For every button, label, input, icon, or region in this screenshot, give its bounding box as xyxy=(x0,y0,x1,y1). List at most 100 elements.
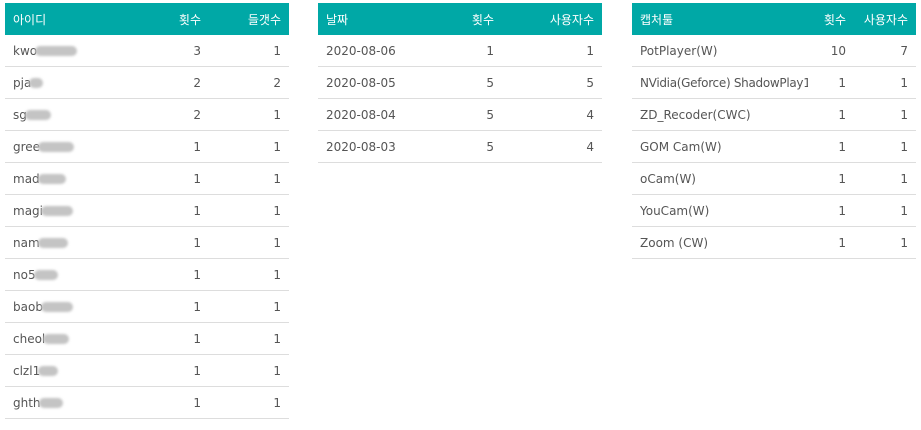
redaction-mask xyxy=(38,142,75,152)
redaction-mask xyxy=(40,302,73,312)
redaction-mask xyxy=(43,334,70,344)
redaction-mask xyxy=(37,238,68,248)
tool-cell: YouCam(W) xyxy=(632,194,808,227)
table-row[interactable]: oCam(W) 1 1 xyxy=(632,162,916,195)
date-cell: 2020-08-03 xyxy=(318,130,448,163)
count-cell: 1 xyxy=(808,194,854,227)
table-row[interactable]: 2020-08-06 1 1 xyxy=(318,35,602,67)
count-cell: 1 xyxy=(155,130,209,163)
count-cell: 1 xyxy=(155,258,209,291)
redaction-mask xyxy=(35,46,78,56)
count-cell: 1 xyxy=(155,322,209,355)
redaction-mask xyxy=(38,398,63,408)
table-row[interactable]: 2020-08-05 5 5 xyxy=(318,66,602,99)
user-id-cell: mad xyxy=(5,162,155,195)
table-row[interactable]: ZD_Recoder(CWC) 1 1 xyxy=(632,98,916,131)
redaction-mask xyxy=(33,270,58,280)
count-cell: 1 xyxy=(155,354,209,387)
redaction-mask xyxy=(29,78,44,88)
header-count[interactable]: 횟수 xyxy=(448,3,502,35)
table-row[interactable]: nam 1 1 xyxy=(5,226,289,259)
table-row[interactable]: mad 1 1 xyxy=(5,162,289,195)
header-id[interactable]: 아이디 xyxy=(5,3,155,35)
redaction-mask xyxy=(41,206,73,216)
user-id: kwo xyxy=(13,43,38,58)
table-row[interactable]: 2020-08-04 5 4 xyxy=(318,98,602,131)
count-cell: 1 xyxy=(808,130,854,163)
table-row[interactable]: magi 1 1 xyxy=(5,194,289,227)
user-id-cell: baob xyxy=(5,290,155,323)
date-cell: 2020-08-05 xyxy=(318,66,448,99)
users-cell: 1 xyxy=(854,98,916,131)
capture-tool-table: 캡처툴 횟수 사용자수 PotPlayer(W) 10 7 NVidia(Gef… xyxy=(632,3,916,259)
tool-cell: PotPlayer(W) xyxy=(632,35,808,67)
tool-cell: oCam(W) xyxy=(632,162,808,195)
users-cell: 1 xyxy=(854,130,916,163)
users-cell: 1 xyxy=(854,226,916,259)
header-count[interactable]: 횟수 xyxy=(155,3,209,35)
table-header-row: 날짜 횟수 사용자수 xyxy=(318,3,602,35)
user-id-cell: sg xyxy=(5,98,155,131)
user-id-cell: no5 xyxy=(5,258,155,291)
table-row[interactable]: PotPlayer(W) 10 7 xyxy=(632,35,916,67)
table-row[interactable]: cheol 1 1 xyxy=(5,322,289,355)
device-count-cell: 1 xyxy=(209,162,289,195)
count-cell: 1 xyxy=(155,226,209,259)
header-tool[interactable]: 캡처툴 xyxy=(632,3,808,35)
count-cell: 5 xyxy=(448,98,502,131)
table-row[interactable]: YouCam(W) 1 1 xyxy=(632,194,916,227)
table-row[interactable]: gree 1 1 xyxy=(5,130,289,163)
table-row[interactable]: no5 1 1 xyxy=(5,258,289,291)
header-users[interactable]: 사용자수 xyxy=(502,3,602,35)
user-id: gree xyxy=(13,139,41,154)
user-id-cell: ghth xyxy=(5,386,155,419)
users-cell: 1 xyxy=(502,35,602,67)
table-row[interactable]: Zoom (CW) 1 1 xyxy=(632,226,916,259)
user-id-cell: nam xyxy=(5,226,155,259)
table-row[interactable]: 2020-08-03 5 4 xyxy=(318,130,602,163)
table-header-row: 캡처툴 횟수 사용자수 xyxy=(632,3,916,35)
user-id-cell: magi xyxy=(5,194,155,227)
device-count-cell: 1 xyxy=(209,290,289,323)
users-cell: 7 xyxy=(854,35,916,67)
redaction-mask xyxy=(24,110,51,120)
user-id: clzl1 xyxy=(13,363,41,378)
count-cell: 10 xyxy=(808,35,854,67)
tool-cell: GOM Cam(W) xyxy=(632,130,808,163)
table-row[interactable]: baob 1 1 xyxy=(5,290,289,323)
header-count[interactable]: 횟수 xyxy=(808,3,854,35)
device-count-cell: 1 xyxy=(209,130,289,163)
table-row[interactable]: kwo 3 1 xyxy=(5,35,289,67)
user-id: cheol xyxy=(13,331,46,346)
users-cell: 4 xyxy=(502,98,602,131)
tool-cell: NVidia(Geforce) ShadowPlay1 xyxy=(632,66,808,99)
table-row[interactable]: pja 2 2 xyxy=(5,66,289,99)
count-cell: 2 xyxy=(155,98,209,131)
count-cell: 1 xyxy=(808,226,854,259)
date-cell: 2020-08-04 xyxy=(318,98,448,131)
count-cell: 1 xyxy=(808,66,854,99)
device-count-cell: 1 xyxy=(209,226,289,259)
table-row[interactable]: ghth 1 1 xyxy=(5,386,289,419)
users-cell: 1 xyxy=(854,194,916,227)
table-row[interactable]: GOM Cam(W) 1 1 xyxy=(632,130,916,163)
device-count-cell: 2 xyxy=(209,66,289,99)
header-users[interactable]: 사용자수 xyxy=(854,3,916,35)
count-cell: 1 xyxy=(808,98,854,131)
table-row[interactable]: sg 2 1 xyxy=(5,98,289,131)
user-id: nam xyxy=(13,235,40,250)
user-id: magi xyxy=(13,203,43,218)
device-count-cell: 1 xyxy=(209,258,289,291)
count-cell: 1 xyxy=(448,35,502,67)
date-stats-table: 날짜 횟수 사용자수 2020-08-06 1 1 2020-08-05 5 5… xyxy=(318,3,602,163)
count-cell: 1 xyxy=(155,290,209,323)
user-id: baob xyxy=(13,299,43,314)
user-id-cell: gree xyxy=(5,130,155,163)
tool-cell: Zoom (CW) xyxy=(632,226,808,259)
table-row[interactable]: clzl1 1 1 xyxy=(5,354,289,387)
header-date[interactable]: 날짜 xyxy=(318,3,448,35)
header-device-count[interactable]: 들갯수 xyxy=(209,3,289,35)
users-cell: 1 xyxy=(854,162,916,195)
count-cell: 1 xyxy=(155,386,209,419)
table-row[interactable]: NVidia(Geforce) ShadowPlay1 1 1 xyxy=(632,66,916,99)
